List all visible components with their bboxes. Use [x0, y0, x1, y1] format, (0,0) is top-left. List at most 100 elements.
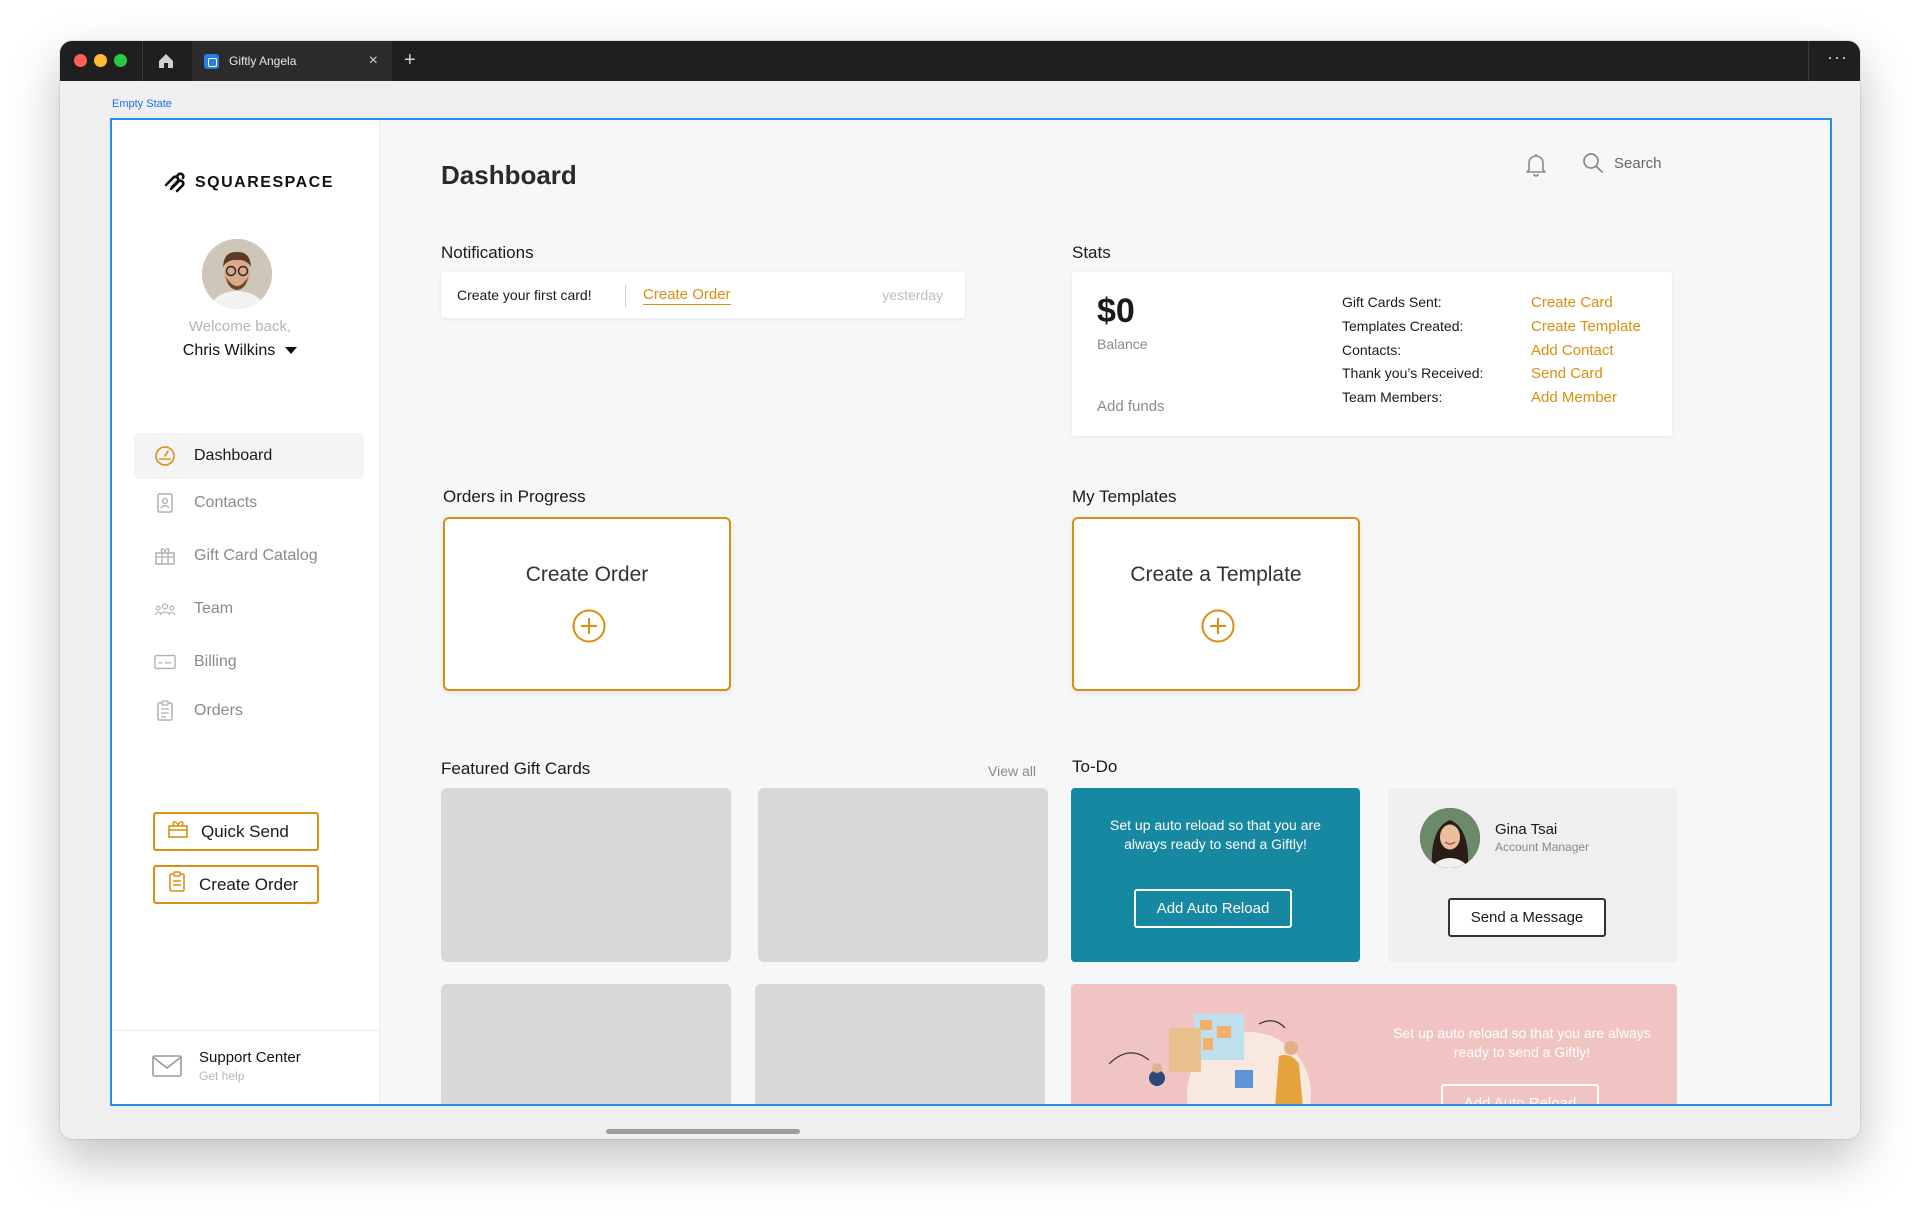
gift-card-placeholder[interactable]: [755, 984, 1045, 1104]
promo-text: Set up auto reload so that you are alway…: [1393, 1025, 1651, 1060]
notification-create-order-link[interactable]: Create Order: [643, 286, 731, 305]
quick-send-button[interactable]: Quick Send: [153, 812, 319, 851]
balance-label: Balance: [1097, 336, 1148, 352]
browser-tab[interactable]: Giftly Angela ×: [192, 41, 392, 81]
gauge-icon: [154, 445, 176, 467]
welcome-text: Welcome back,: [188, 318, 292, 335]
stat-row: Templates Created: Create Template: [1342, 318, 1672, 342]
stat-label: Contacts:: [1342, 342, 1402, 358]
divider: [1808, 41, 1809, 81]
stat-label: Team Members:: [1342, 389, 1443, 405]
stat-row: Thank you’s Received: Send Card: [1342, 365, 1672, 389]
home-icon[interactable]: [156, 51, 176, 71]
todo-title: To-Do: [1072, 757, 1118, 776]
auto-reload-text: Set up auto reload so that you are alway…: [1110, 817, 1321, 852]
sidebar-item-billing[interactable]: Billing: [134, 639, 364, 685]
brand-logo[interactable]: SQUARESPACE: [163, 172, 334, 194]
gift-card-placeholder[interactable]: [441, 984, 731, 1104]
create-order-sidebar-button[interactable]: Create Order: [153, 865, 319, 904]
stat-row: Team Members: Add Member: [1342, 389, 1672, 413]
contact-avatar: [1420, 808, 1480, 868]
search-button[interactable]: Search: [1582, 152, 1662, 174]
add-circle-icon: [1200, 608, 1236, 649]
sidebar-item-label: Team: [194, 600, 234, 617]
support-center[interactable]: Support Center Get help: [112, 1030, 380, 1104]
divider: [625, 285, 626, 307]
notification-text: Create your first card!: [457, 287, 592, 303]
contact-role: Account Manager: [1495, 840, 1590, 854]
create-order-card[interactable]: Create Order: [443, 517, 731, 691]
user-menu[interactable]: Chris Wilkins: [112, 342, 368, 360]
new-tab-button[interactable]: +: [404, 49, 416, 71]
sidebar-item-gift-card-catalog[interactable]: Gift Card Catalog: [134, 533, 364, 579]
more-options-icon[interactable]: ···: [1827, 47, 1848, 68]
create-card-link[interactable]: Create Card: [1531, 294, 1613, 311]
close-window-button[interactable]: [74, 54, 87, 67]
add-funds-link[interactable]: Add funds: [1097, 398, 1165, 415]
stat-row: Gift Cards Sent: Create Card: [1342, 294, 1672, 318]
balance-value: $0: [1097, 292, 1135, 330]
stat-row: Contacts: Add Contact: [1342, 342, 1672, 366]
caret-down-icon: [285, 347, 298, 355]
sidebar-item-orders[interactable]: Orders: [134, 688, 364, 734]
browser-window: Giftly Angela × + ··· Empty State SQUARE…: [60, 41, 1860, 1139]
divider: [142, 41, 143, 81]
send-message-button[interactable]: Send a Message: [1448, 898, 1606, 937]
support-subtitle: Get help: [199, 1069, 245, 1083]
billing-card-icon: [154, 651, 176, 673]
sidebar-item-contacts[interactable]: Contacts: [134, 480, 364, 526]
orders-title: Orders in Progress: [443, 487, 586, 506]
notification-item: Create your first card! Create Order yes…: [441, 272, 965, 318]
giftly-favicon-icon: [204, 53, 219, 69]
add-auto-reload-button[interactable]: Add Auto Reload: [1134, 889, 1292, 928]
sidebar-item-label: Billing: [194, 653, 237, 670]
stat-label: Gift Cards Sent:: [1342, 294, 1442, 310]
notification-time: yesterday: [882, 287, 943, 303]
bell-icon[interactable]: [1524, 152, 1548, 183]
featured-title: Featured Gift Cards: [441, 759, 591, 778]
sidebar-item-label: Orders: [194, 702, 243, 719]
user-avatar[interactable]: [202, 239, 272, 309]
sidebar-item-dashboard[interactable]: Dashboard: [134, 433, 364, 479]
gift-card-placeholder[interactable]: [758, 788, 1048, 962]
stats-panel: $0 Balance Add funds Gift Cards Sent: Cr…: [1072, 272, 1672, 436]
tab-close-icon[interactable]: ×: [369, 52, 378, 70]
templates-title: My Templates: [1072, 487, 1177, 506]
contact-book-icon: [154, 492, 176, 514]
brand-name: SQUARESPACE: [195, 174, 334, 191]
people-illustration: [1108, 1014, 1311, 1104]
sidebar-item-team[interactable]: Team: [134, 586, 364, 632]
frame-label: Empty State: [112, 98, 172, 110]
account-manager-card: Gina Tsai Account Manager Send a Message: [1388, 788, 1678, 962]
auto-reload-card: Set up auto reload so that you are alway…: [1071, 788, 1360, 962]
send-card-link[interactable]: Send Card: [1531, 365, 1603, 382]
app-frame: SQUARESPACE Welcome back, Chris Wilkins: [110, 118, 1832, 1106]
team-icon: [154, 598, 176, 620]
stat-label: Templates Created:: [1342, 318, 1464, 334]
stats-title: Stats: [1072, 243, 1111, 262]
auto-reload-promo-card: Set up auto reload so that you are alway…: [1071, 984, 1677, 1104]
create-order-card-label: Create Order: [525, 563, 649, 586]
clipboard-icon: [154, 700, 176, 722]
add-member-link[interactable]: Add Member: [1531, 389, 1617, 406]
search-icon: [1583, 153, 1603, 173]
gift-icon: [154, 545, 176, 567]
mail-icon: [152, 1055, 182, 1082]
horizontal-scrollbar[interactable]: [606, 1129, 800, 1134]
maximize-window-button[interactable]: [114, 54, 127, 67]
create-template-card-label: Create a Template: [1130, 563, 1302, 586]
add-contact-link[interactable]: Add Contact: [1531, 342, 1614, 359]
search-label: Search: [1614, 154, 1662, 172]
quick-send-label: Quick Send: [201, 821, 289, 841]
promo-add-auto-reload-button[interactable]: Add Auto Reload: [1441, 1084, 1599, 1104]
sidebar-item-label: Dashboard: [194, 447, 273, 464]
title-bar: Giftly Angela × + ···: [60, 41, 1860, 81]
tab-title: Giftly Angela: [229, 54, 297, 68]
minimize-window-button[interactable]: [94, 54, 107, 67]
gift-icon: [167, 819, 189, 844]
create-template-card[interactable]: Create a Template: [1072, 517, 1360, 691]
notifications-title: Notifications: [441, 243, 534, 262]
view-all-link[interactable]: View all: [988, 763, 1036, 779]
create-template-link[interactable]: Create Template: [1531, 318, 1641, 335]
gift-card-placeholder[interactable]: [441, 788, 731, 962]
